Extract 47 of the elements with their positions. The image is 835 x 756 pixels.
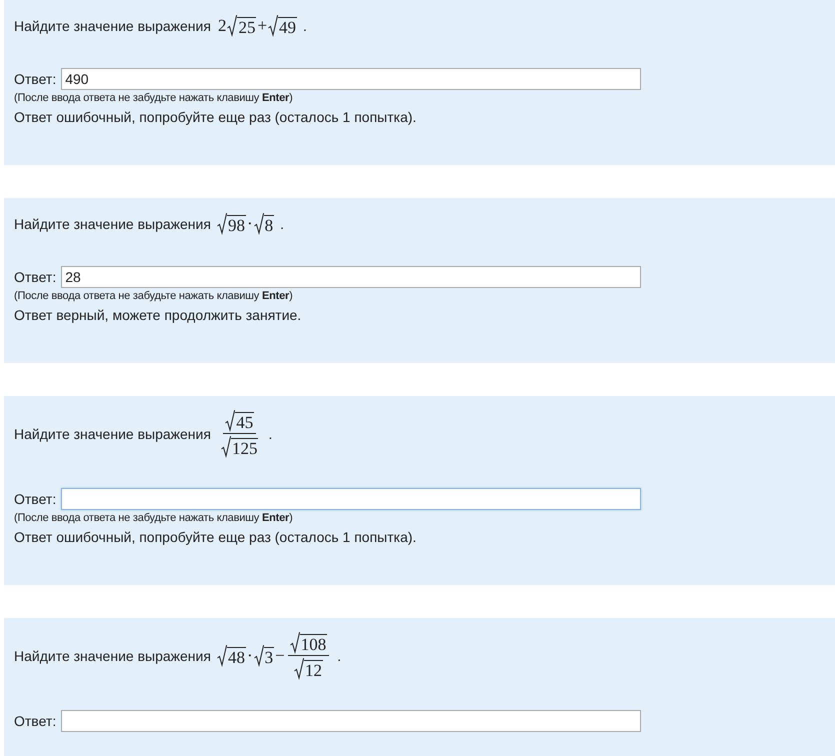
answer-field[interactable] [61,488,642,510]
question-text: Найдите значение выражения [14,216,211,232]
answer-field[interactable] [61,710,642,732]
radical-icon [216,645,227,667]
radicand: 45 [235,412,254,432]
math-symbol: . [268,426,272,442]
radicand: 108 [300,634,328,654]
answer-label: Ответ: [14,713,56,729]
answer-label: Ответ: [14,71,56,87]
radical-icon [225,410,236,432]
math-symbol: · [246,646,254,666]
result-message: Ответ ошибочный, попробуйте еще раз (осталось 1 попытка). [14,529,418,545]
radicand: 25 [237,17,256,37]
math-symbol: + [256,16,268,36]
radicand: 49 [278,17,298,37]
radicand: 98 [226,215,246,235]
radicand: 12 [304,660,323,680]
radical-icon [254,645,264,667]
radical-icon [254,213,264,235]
radical-icon [227,15,238,37]
question-text: Найдите значение выражения [14,18,211,34]
radical-icon [268,15,278,37]
hint-text: (После ввода ответа не забудьте нажать клавишу Enter) [14,92,294,104]
math-symbol: . [337,648,342,664]
result-message: Ответ ошибочный, попробуйте еще раз (осталось 1 попытка). [14,109,418,125]
math-symbol: . [303,18,307,34]
math-symbol: · [246,214,254,234]
answer-field[interactable]: 28 [61,266,642,288]
answer-label: Ответ: [14,269,56,285]
math-symbol: − [274,646,286,666]
result-message: Ответ верный, можете продолжить занятие. [14,307,302,323]
hint-text: (После ввода ответа не забудьте нажать клавишу Enter) [14,290,294,302]
radicand: 48 [226,647,246,667]
answer-label: Ответ: [14,491,56,507]
radical-icon [294,658,304,680]
math-symbol: 2 [216,16,228,36]
answer-field[interactable]: 490 [61,68,642,90]
radicand: 3 [264,647,274,667]
question-text: Найдите значение выражения [14,426,211,442]
radical-icon [220,436,231,458]
math-symbol: . [280,216,284,232]
radical-icon [290,632,300,654]
question-text: Найдите значение выражения [14,648,211,664]
hint-text: (После ввода ответа не забудьте нажать клавишу Enter) [14,512,294,524]
radicand: 8 [264,215,274,235]
radicand: 125 [230,438,258,458]
radical-icon [216,213,227,235]
